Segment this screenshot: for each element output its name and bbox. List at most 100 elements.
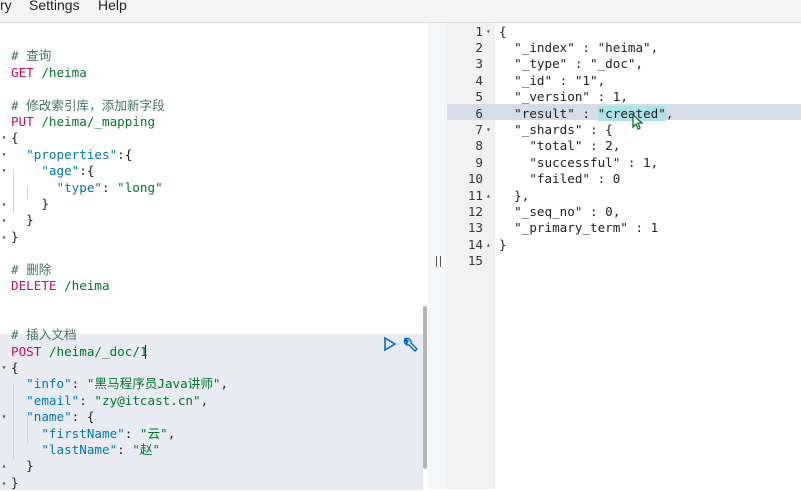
code-text: {: [11, 130, 19, 146]
editor-line[interactable]: GET /heima: [0, 65, 428, 81]
response-code: "_type" : "_doc",: [499, 56, 644, 72]
code-text: "email": "zy@itcast.cn",: [11, 393, 208, 409]
fold-toggle-icon[interactable]: ▴: [0, 212, 8, 228]
line-number: 6: [475, 105, 483, 121]
editor-line[interactable]: ▴ }: [0, 212, 428, 228]
code-token: "age": [41, 163, 80, 179]
fold-toggle-icon[interactable]: ▾: [0, 147, 8, 163]
editor-line[interactable]: ▾ "age":{: [0, 163, 428, 179]
editor-line[interactable]: "type": "long": [0, 180, 428, 196]
code-token: "properties": [26, 146, 118, 162]
code-token: PUT: [11, 114, 34, 129]
editor-line[interactable]: # 删除: [0, 262, 428, 278]
fold-toggle-icon[interactable]: ▴: [0, 458, 8, 474]
code-text: # 删除: [11, 262, 51, 278]
response-line: 9 "successful" : 1,: [447, 155, 801, 171]
menu-bar: ry Settings Help: [0, 0, 801, 23]
response-code: },: [499, 187, 530, 203]
editor-line[interactable]: [0, 32, 428, 48]
response-line: 7 ▾ "_shards" : {: [447, 122, 801, 138]
editor-line[interactable]: PUT /heima/_mapping: [0, 114, 428, 130]
fold-toggle-icon[interactable]: ▾: [486, 24, 494, 40]
editor-line[interactable]: # 查询: [0, 48, 428, 64]
editor-line[interactable]: "email": "zy@itcast.cn",: [0, 393, 428, 409]
fold-toggle-icon[interactable]: ▾: [0, 360, 8, 376]
code-text: "info": "黑马程序员Java讲师",: [11, 376, 228, 392]
editor-line[interactable]: ▾{: [0, 360, 428, 376]
code-token: ,: [167, 425, 176, 441]
code-token: ,: [200, 392, 209, 408]
line-number: 2: [475, 39, 483, 55]
editor-line[interactable]: "lastName": "赵": [0, 442, 428, 458]
code-text: DELETE /heima: [11, 278, 110, 294]
fold-toggle-icon[interactable]: ▾: [486, 122, 494, 138]
editor-line[interactable]: ▴ }: [0, 458, 428, 474]
response-line: 4 "_id" : "1",: [447, 73, 801, 89]
code-text: "lastName": "赵": [11, 442, 160, 458]
editor-line[interactable]: ▾{: [0, 130, 428, 146]
menu-item-help[interactable]: Help: [98, 0, 127, 13]
fold-toggle-icon[interactable]: ▴: [0, 196, 8, 212]
code-text: }: [11, 212, 34, 228]
code-token: /heima/_mapping: [33, 114, 156, 129]
response-code: "_shards" : {: [499, 121, 613, 137]
editor-line[interactable]: "firstName": "云",: [0, 426, 428, 442]
code-token: {: [11, 130, 19, 146]
response-code: "_seq_no" : 0,: [499, 203, 621, 219]
response-viewer: 1 ▾{2 "_index" : "heima", 3 "_type" : "_do…: [447, 23, 801, 489]
resize-grip-icon[interactable]: [436, 256, 441, 267]
fold-toggle-icon[interactable]: ▴: [486, 188, 494, 204]
response-line: 8 "total" : 2,: [447, 138, 801, 154]
code-token: :{: [117, 146, 133, 162]
response-code: "result" : "created",: [499, 105, 674, 122]
fold-toggle-icon[interactable]: ▾: [0, 409, 8, 425]
editor-line[interactable]: POST /heima/_doc/1: [0, 344, 428, 360]
line-number: 4: [475, 72, 483, 88]
code-token: ,: [665, 105, 674, 121]
fold-toggle-icon[interactable]: ▾: [0, 130, 8, 146]
response-line: 1 ▾ {: [447, 24, 801, 40]
fold-toggle-icon[interactable]: ▴: [486, 237, 494, 253]
code-text: "type": "long": [11, 180, 163, 196]
editor-line[interactable]: [0, 81, 428, 97]
response-line: 6 "result" : "created",: [447, 105, 801, 122]
code-text: {: [11, 360, 19, 376]
response-code: "successful" : 1,: [499, 154, 659, 170]
code-token: "long": [117, 179, 163, 195]
code-token: }: [11, 474, 19, 490]
editor-line[interactable]: [0, 311, 428, 327]
code-token: "email": [26, 392, 80, 408]
code-token: :: [124, 425, 140, 441]
code-text: GET /heima: [11, 65, 87, 81]
fold-toggle-icon[interactable]: ▴: [0, 229, 8, 245]
line-number: 8: [475, 138, 483, 154]
editor-line[interactable]: ▴ }: [0, 196, 428, 212]
editor-line[interactable]: [0, 294, 428, 310]
code-token: POST: [11, 343, 42, 359]
code-token: :: [71, 376, 87, 392]
code-token: }: [11, 228, 19, 244]
line-number: 11: [467, 187, 483, 203]
line-number: 13: [467, 220, 483, 236]
menu-item-history[interactable]: ry: [0, 0, 12, 13]
editor-line[interactable]: [0, 245, 428, 261]
editor-line[interactable]: ▾ "name": {: [0, 409, 428, 425]
menu-item-settings[interactable]: Settings: [29, 0, 80, 13]
response-code: "_primary_term" : 1: [499, 220, 659, 236]
editor-line[interactable]: # 插入文档: [0, 327, 428, 343]
editor-line[interactable]: # 修改索引库，添加新字段: [0, 98, 428, 114]
fold-toggle-icon[interactable]: ▾: [0, 163, 8, 179]
editor-line[interactable]: ▾ "properties":{: [0, 147, 428, 163]
response-line: 11 ▴ },: [447, 188, 801, 204]
code-token: DELETE: [11, 278, 57, 293]
editor-line[interactable]: ▴}: [0, 229, 428, 245]
response-line: 14 ▴}: [447, 237, 801, 253]
request-editor[interactable]: # 查询 GET /heima # 修改索引库，添加新字段 PUT /heima/_m…: [0, 23, 428, 490]
editor-line[interactable]: "info": "黑马程序员Java讲师",: [0, 376, 428, 392]
code-token: GET: [11, 64, 34, 80]
editor-line[interactable]: DELETE /heima: [0, 278, 428, 294]
